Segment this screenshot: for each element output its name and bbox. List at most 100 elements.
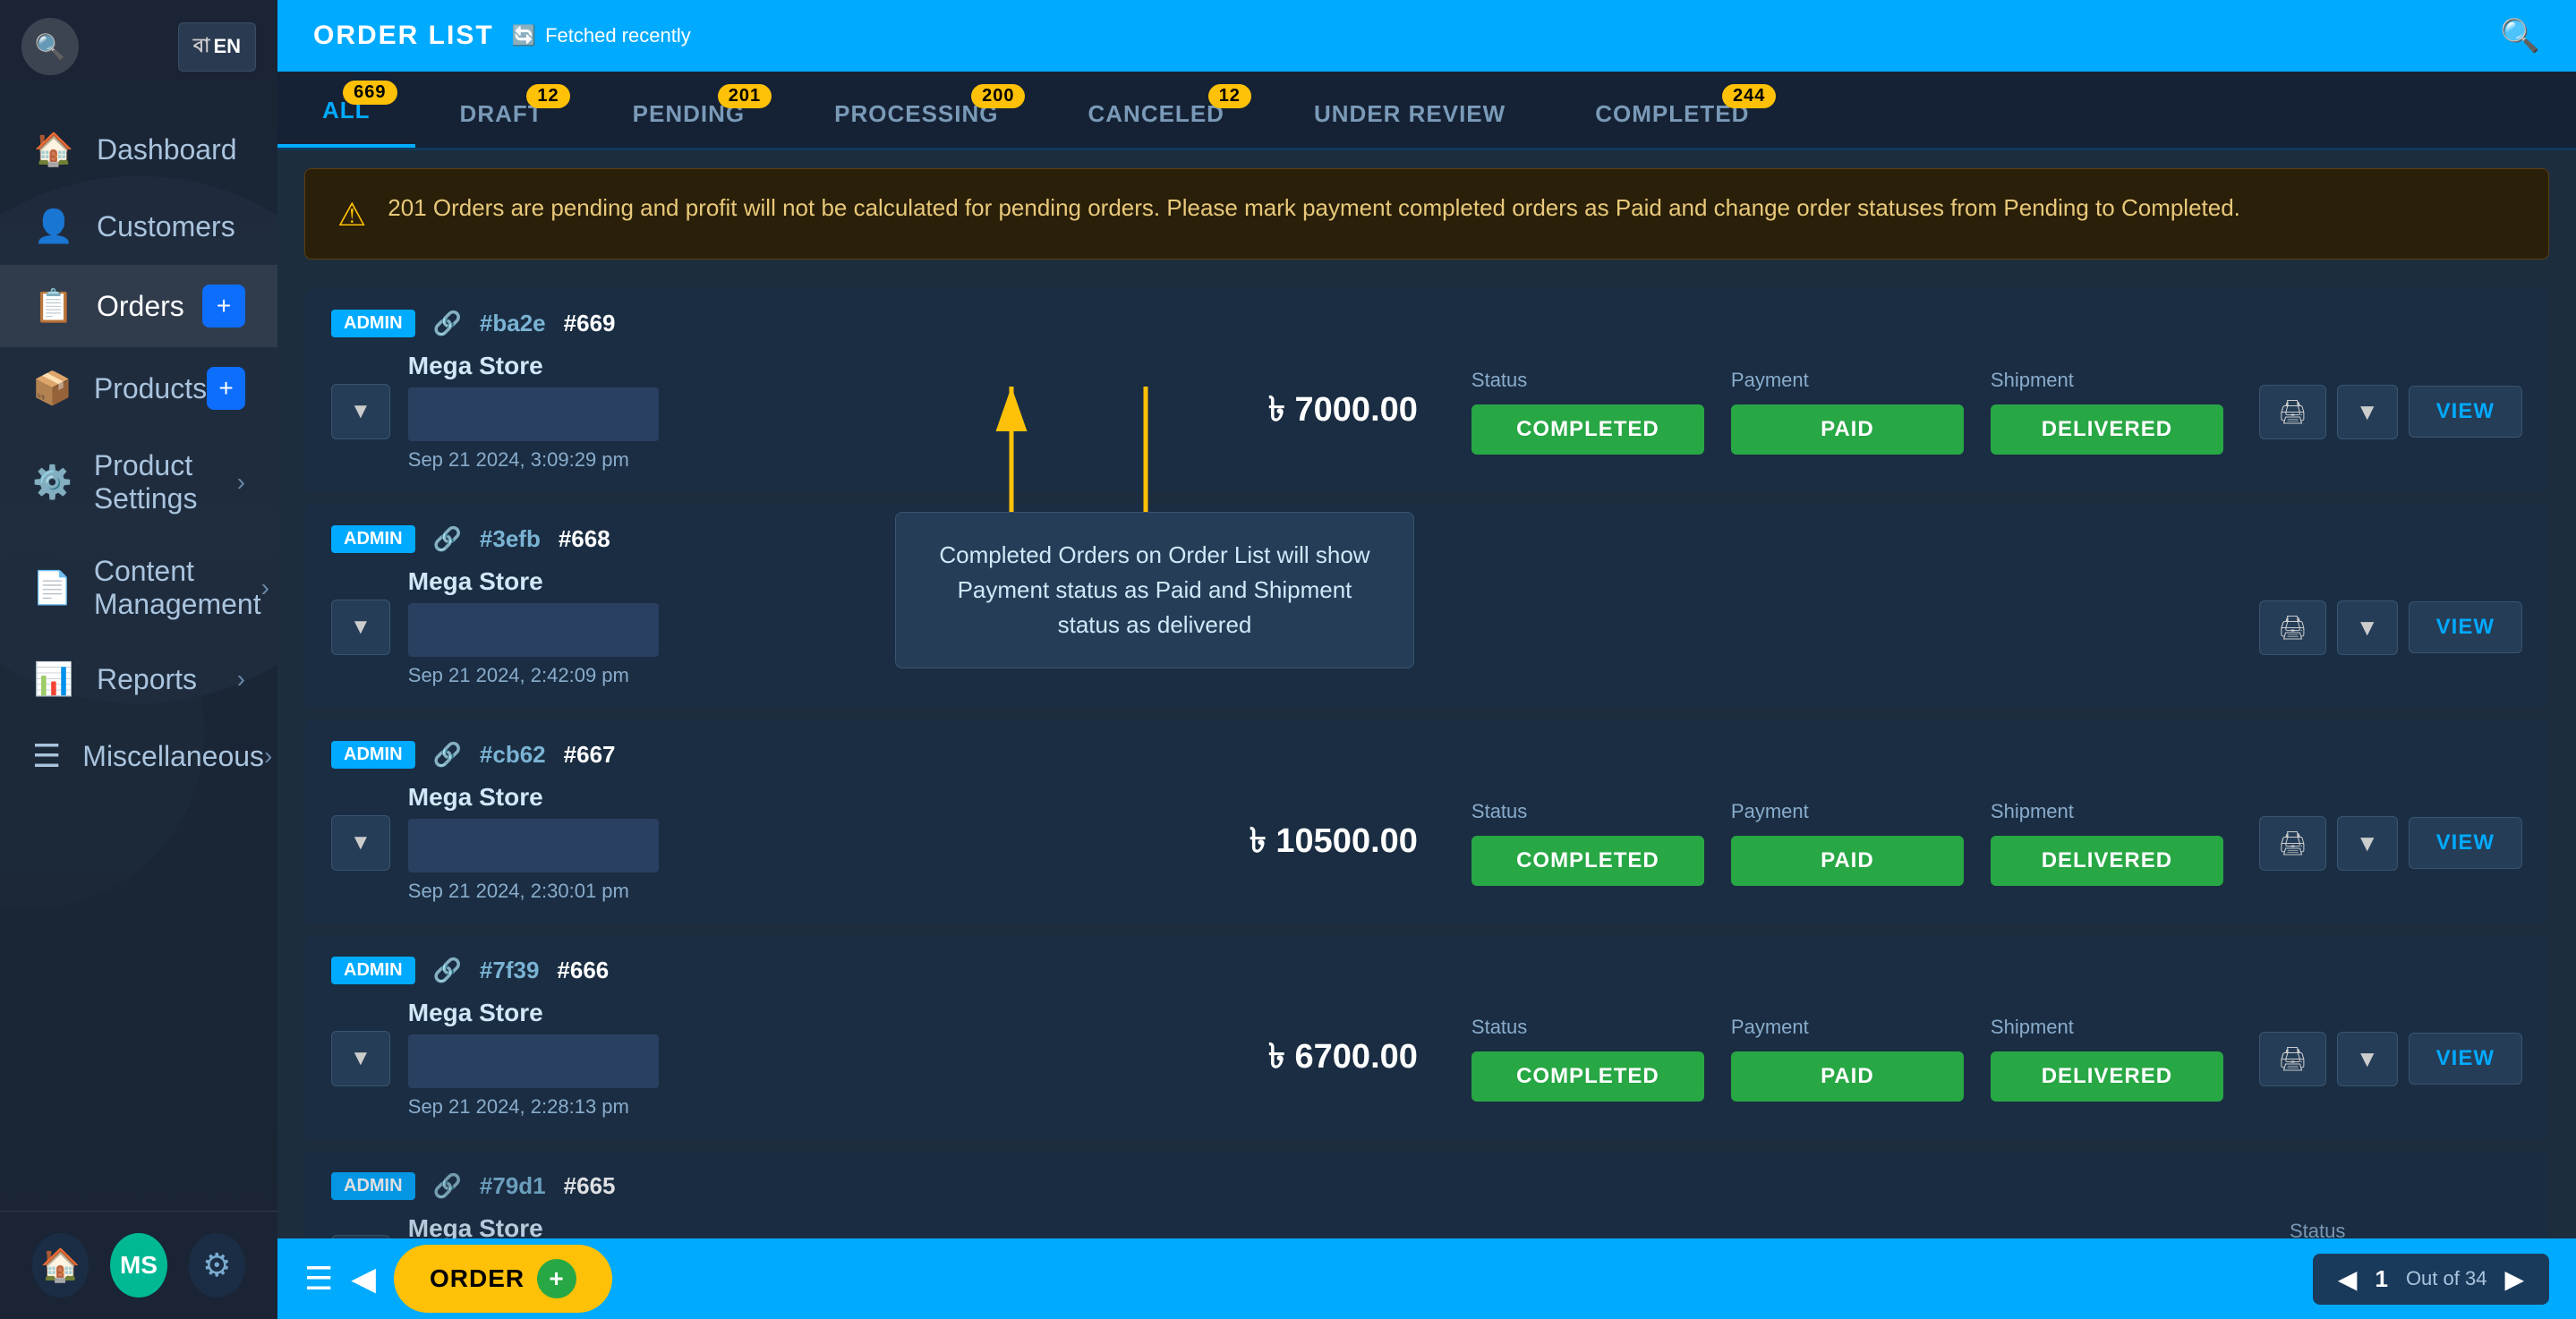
- order-669-dropdown[interactable]: ▼: [331, 384, 390, 439]
- order-665-status-group: Status COMPLETED: [2290, 1220, 2522, 1238]
- order-668-more-btn[interactable]: ▼: [2337, 600, 2398, 655]
- order-667-dropdown[interactable]: ▼: [331, 815, 390, 871]
- product-settings-arrow: ›: [237, 468, 245, 497]
- products-add-button[interactable]: +: [207, 367, 245, 410]
- miscellaneous-arrow: ›: [264, 742, 272, 770]
- gear-button[interactable]: ⚙: [189, 1233, 245, 1298]
- order-669-payment-label: Payment: [1731, 369, 1964, 392]
- tab-processing[interactable]: PROCESSING 200: [789, 75, 1043, 148]
- tab-draft[interactable]: DRAFT 12: [415, 75, 588, 148]
- order-668-actions: 🖨 ▼ VIEW: [2259, 600, 2522, 655]
- order-667-print-btn[interactable]: 🖨: [2259, 816, 2326, 871]
- orders-add-button[interactable]: +: [202, 285, 245, 328]
- order-667-payment-btn[interactable]: PAID: [1731, 836, 1964, 886]
- sidebar-footer: 🏠 MS ⚙: [0, 1211, 277, 1319]
- refresh-icon[interactable]: 🔄: [512, 24, 536, 47]
- order-667-image: [408, 819, 659, 872]
- order-666-header: ADMIN 🔗 #7f39 #666: [331, 957, 2522, 984]
- bottom-back-icon[interactable]: ◀: [351, 1260, 376, 1298]
- order-666-more-btn[interactable]: ▼: [2337, 1032, 2398, 1086]
- header-left: ORDER LIST 🔄 Fetched recently: [313, 21, 691, 51]
- order-668-print-btn[interactable]: 🖨: [2259, 600, 2326, 655]
- header-search-icon[interactable]: 🔍: [2500, 17, 2540, 55]
- order-669-shipment-btn[interactable]: DELIVERED: [1991, 404, 2223, 455]
- order-666-status-btn[interactable]: COMPLETED: [1471, 1051, 1704, 1102]
- order-667-view-btn[interactable]: VIEW: [2409, 817, 2522, 869]
- order-668-link-icon: 🔗: [433, 525, 462, 553]
- order-666-payment-btn[interactable]: PAID: [1731, 1051, 1964, 1102]
- tab-canceled[interactable]: CANCELED 12: [1043, 75, 1268, 148]
- order-669-status-btn[interactable]: COMPLETED: [1471, 404, 1704, 455]
- main-content: ORDER LIST 🔄 Fetched recently 🔍 ALL 669 …: [277, 0, 2576, 1319]
- tab-canceled-badge: 12: [1208, 84, 1251, 108]
- order-665-number: #665: [564, 1172, 616, 1200]
- tab-under-review[interactable]: UNDER REVIEW: [1269, 75, 1550, 148]
- order-665-dropdown[interactable]: ▼: [331, 1235, 390, 1238]
- sidebar-item-label-reports: Reports: [97, 663, 197, 696]
- bottom-order-button[interactable]: ORDER +: [394, 1245, 612, 1313]
- sidebar-item-customers[interactable]: 👤 Customers: [0, 188, 277, 265]
- tab-completed[interactable]: COMPLETED 244: [1550, 75, 1794, 148]
- tab-all-badge: 669: [343, 81, 397, 105]
- customers-icon: 👤: [32, 208, 75, 245]
- order-668-view-btn[interactable]: VIEW: [2409, 601, 2522, 653]
- order-669-link-icon: 🔗: [433, 310, 462, 337]
- tab-pending[interactable]: PENDING 201: [588, 75, 789, 148]
- page-forward-button[interactable]: ▶: [2504, 1264, 2524, 1294]
- order-669-info: Mega Store Sep 21 2024, 3:09:29 pm: [408, 352, 1250, 472]
- sidebar-item-miscellaneous[interactable]: ☰ Miscellaneous ›: [0, 718, 277, 795]
- order-667-status-btn[interactable]: COMPLETED: [1471, 836, 1704, 886]
- order-665-admin-badge: ADMIN: [331, 1172, 415, 1200]
- order-667-status-group: Status COMPLETED: [1471, 800, 1704, 886]
- order-667-statuses: Status COMPLETED Payment PAID Shipment D…: [1471, 800, 2223, 886]
- order-666-image: [408, 1034, 659, 1088]
- order-667-more-btn[interactable]: ▼: [2337, 816, 2398, 871]
- order-666-date: Sep 21 2024, 2:28:13 pm: [408, 1095, 1250, 1119]
- page-back-button[interactable]: ◀: [2338, 1264, 2358, 1294]
- tab-pending-badge: 201: [718, 84, 772, 108]
- sidebar-item-orders[interactable]: 📋 Orders +: [0, 265, 277, 347]
- order-669-print-btn[interactable]: 🖨: [2259, 385, 2326, 439]
- order-665-hash: #79d1: [480, 1172, 546, 1200]
- main-header: ORDER LIST 🔄 Fetched recently 🔍: [277, 0, 2576, 72]
- sidebar-item-products[interactable]: 📦 Products +: [0, 347, 277, 430]
- order-666-view-btn[interactable]: VIEW: [2409, 1033, 2522, 1085]
- order-666-shipment-btn[interactable]: DELIVERED: [1991, 1051, 2223, 1102]
- sidebar-item-content-management[interactable]: 📄 Content Management ›: [0, 535, 277, 641]
- order-667-link-icon: 🔗: [433, 741, 462, 769]
- sidebar-item-label-dashboard: Dashboard: [97, 133, 237, 166]
- content-management-arrow: ›: [261, 574, 269, 602]
- order-668-dropdown[interactable]: ▼: [331, 600, 390, 655]
- order-669-shipment-label: Shipment: [1991, 369, 2223, 392]
- order-669-view-btn[interactable]: VIEW: [2409, 386, 2522, 438]
- tab-all[interactable]: ALL 669: [277, 72, 415, 148]
- language-switcher[interactable]: বা EN: [178, 22, 256, 72]
- ms-button[interactable]: MS: [110, 1233, 166, 1298]
- order-666-dropdown[interactable]: ▼: [331, 1031, 390, 1086]
- sidebar-item-label-orders: Orders: [97, 290, 184, 323]
- pagination: ◀ 1 Out of 34 ▶: [2313, 1254, 2549, 1305]
- order-666-print-btn[interactable]: 🖨: [2259, 1032, 2326, 1086]
- content-management-icon: 📄: [32, 569, 73, 607]
- order-668-header: ADMIN 🔗 #3efb #668: [331, 525, 2522, 553]
- order-667-admin-badge: ADMIN: [331, 741, 415, 769]
- sidebar-search-button[interactable]: 🔍: [21, 18, 79, 75]
- order-666-statuses: Status COMPLETED Payment PAID Shipment D…: [1471, 1016, 2223, 1102]
- sidebar-item-reports[interactable]: 📊 Reports ›: [0, 641, 277, 718]
- order-666-amount: ৳ 6700.00: [1268, 1030, 1418, 1087]
- order-667-body: ▼ Mega Store Sep 21 2024, 2:30:01 pm ৳ 1…: [331, 783, 2522, 903]
- order-667-shipment-btn[interactable]: DELIVERED: [1991, 836, 2223, 886]
- sidebar-item-product-settings[interactable]: ⚙️ Product Settings ›: [0, 430, 277, 535]
- order-666-number: #666: [557, 957, 609, 984]
- order-667-shipment-group: Shipment DELIVERED: [1991, 800, 2223, 886]
- order-row-668: ADMIN 🔗 #3efb #668 ▼ Mega Store Sep 21 2…: [304, 504, 2549, 709]
- sidebar-item-dashboard[interactable]: 🏠 Dashboard: [0, 111, 277, 188]
- bottom-menu-icon[interactable]: ☰: [304, 1260, 333, 1298]
- order-669-payment-btn[interactable]: PAID: [1731, 404, 1964, 455]
- order-669-hash: #ba2e: [480, 310, 546, 337]
- order-669-more-btn[interactable]: ▼: [2337, 385, 2398, 439]
- tab-canceled-label: CANCELED: [1088, 100, 1224, 128]
- order-666-store: Mega Store: [408, 999, 1250, 1027]
- header-refresh[interactable]: 🔄 Fetched recently: [512, 24, 691, 47]
- home-button[interactable]: 🏠: [32, 1233, 89, 1298]
